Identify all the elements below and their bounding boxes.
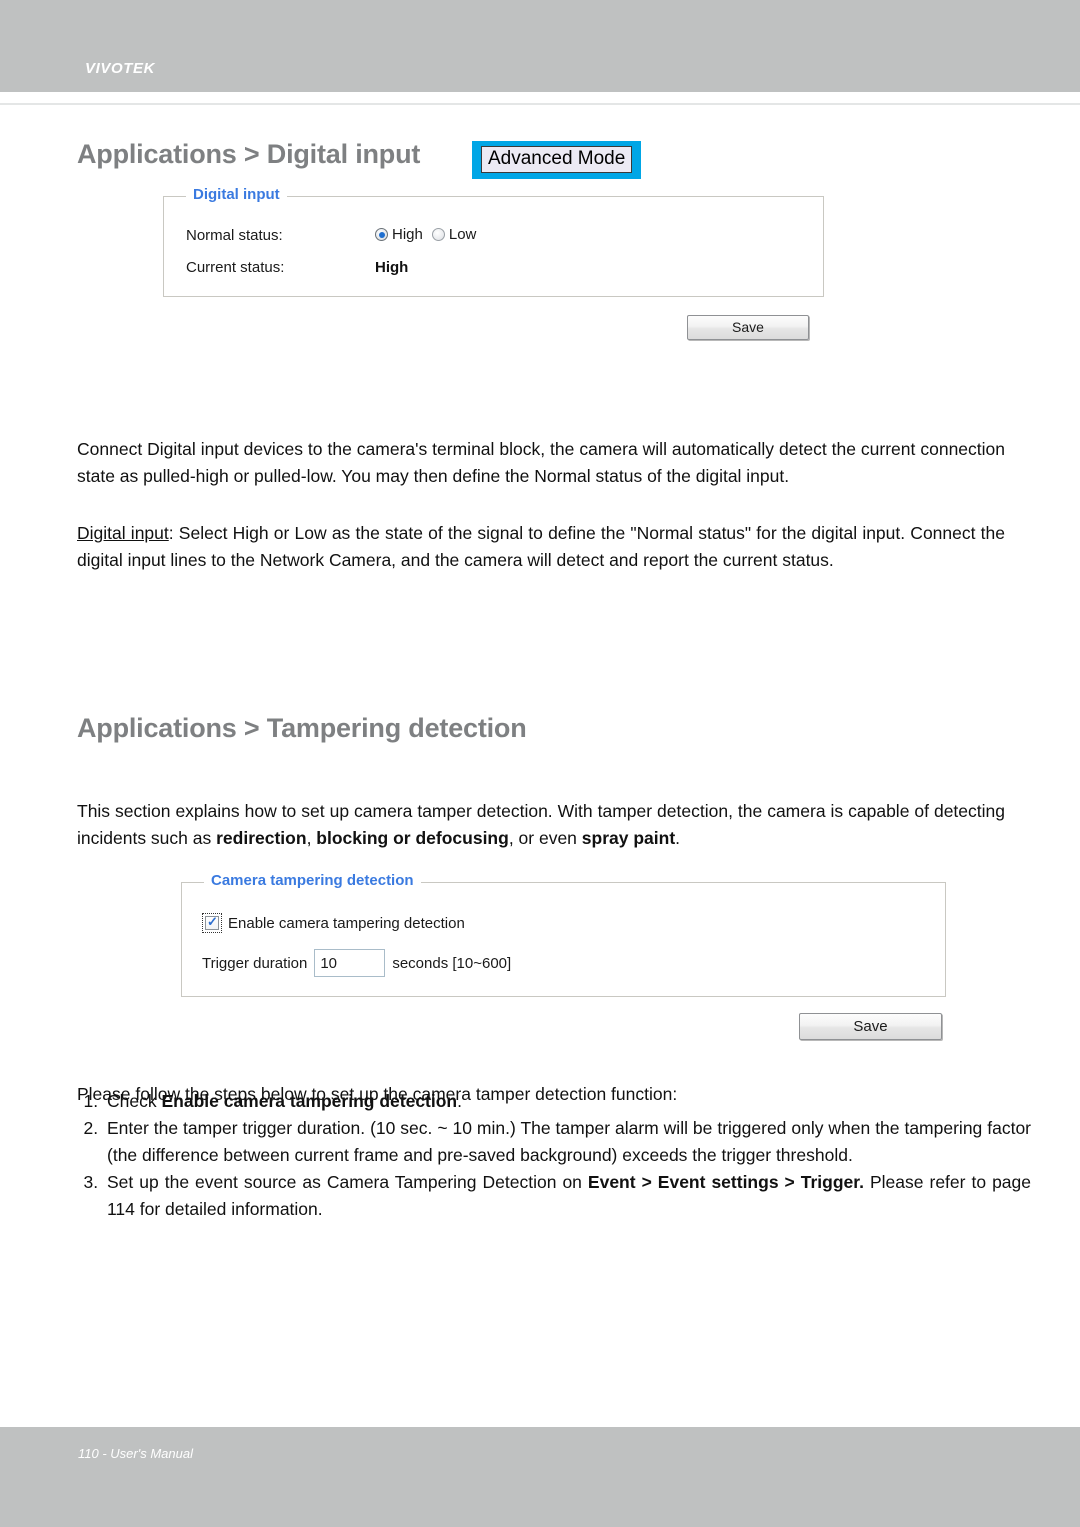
radio-icon-high[interactable] bbox=[375, 228, 388, 241]
tamper-bold-spraypaint: spray paint bbox=[581, 827, 676, 848]
trigger-duration-input[interactable] bbox=[314, 949, 386, 977]
page-header-bar bbox=[0, 0, 1080, 92]
trigger-duration-row: Trigger duration seconds [10~600] bbox=[202, 949, 511, 977]
step-1-pre: Check bbox=[107, 1091, 162, 1111]
tamper-bold-blocking: blocking or defocusing bbox=[316, 827, 509, 848]
camera-tampering-legend: Camera tampering detection bbox=[204, 872, 421, 889]
list-item-step-1: Check Enable camera tampering detection. bbox=[103, 1088, 1031, 1115]
checkbox-focus-ring bbox=[202, 913, 222, 933]
radio-option-low[interactable]: Low bbox=[431, 226, 477, 243]
paragraph-tamper-intro: This section explains how to set up came… bbox=[77, 798, 1005, 852]
step-3-pre: Set up the event source as Camera Tamper… bbox=[107, 1172, 588, 1192]
normal-status-radio-group: High Low bbox=[375, 226, 476, 243]
step-1-post: . bbox=[457, 1091, 462, 1111]
page-footer-bar bbox=[0, 1427, 1080, 1527]
tamper-sep-2: , or even bbox=[508, 827, 582, 848]
paragraph-connect-digital-input: Connect Digital input devices to the cam… bbox=[77, 436, 1005, 490]
step-2-text: Enter the tamper trigger duration. (10 s… bbox=[107, 1118, 1031, 1165]
digital-input-panel: Digital input Normal status: High Low Cu… bbox=[163, 186, 824, 297]
camera-tampering-panel: Camera tampering detection Enable camera… bbox=[181, 872, 946, 997]
radio-icon-low[interactable] bbox=[431, 228, 445, 241]
tamper-end-period: . bbox=[675, 827, 681, 848]
save-button-digital-input[interactable]: Save bbox=[687, 315, 809, 340]
current-status-label: Current status: bbox=[186, 259, 285, 276]
header-divider bbox=[0, 103, 1080, 105]
digital-input-legend: Digital input bbox=[186, 186, 287, 203]
trigger-duration-label: Trigger duration bbox=[202, 954, 308, 972]
list-item-step-3: Set up the event source as Camera Tamper… bbox=[103, 1169, 1031, 1223]
advanced-mode-label: Advanced Mode bbox=[481, 146, 633, 173]
paragraph-digital-input-definition: Digital input: Select High or Low as the… bbox=[77, 520, 1005, 574]
term-digital-input: Digital input bbox=[77, 522, 169, 543]
page-title-tampering-detection: Applications > Tampering detection bbox=[77, 713, 527, 743]
normal-status-label: Normal status: bbox=[186, 227, 283, 244]
brand-logo: VIVOTEK bbox=[85, 60, 156, 77]
step-1-bold: Enable camera tampering detection bbox=[161, 1091, 458, 1111]
radio-option-high[interactable]: High bbox=[375, 226, 423, 243]
radio-label-low: Low bbox=[448, 226, 477, 243]
checkbox-icon-enable-tampering[interactable] bbox=[205, 914, 219, 930]
tamper-sep-1: , bbox=[306, 827, 317, 848]
step-3-bold: Event > Event settings > Trigger. bbox=[587, 1172, 864, 1192]
paragraph-digital-input-rest: : Select High or Low as the state of the… bbox=[77, 522, 1005, 570]
trigger-duration-hint: seconds [10~600] bbox=[392, 954, 512, 972]
enable-tampering-label: Enable camera tampering detection bbox=[228, 914, 465, 932]
footer-page-label: 110 - User's Manual bbox=[78, 1446, 193, 1461]
current-status-value: High bbox=[375, 259, 409, 276]
enable-tampering-checkbox-row[interactable]: Enable camera tampering detection bbox=[202, 913, 465, 933]
tamper-setup-steps-list: Check Enable camera tampering detection.… bbox=[77, 1088, 1031, 1223]
paragraph-connect-text: Connect Digital input devices to the cam… bbox=[77, 438, 1005, 486]
list-item-step-2: Enter the tamper trigger duration. (10 s… bbox=[103, 1115, 1031, 1169]
advanced-mode-badge[interactable]: Advanced Mode bbox=[472, 141, 642, 179]
radio-label-high: High bbox=[392, 226, 423, 243]
save-button-tampering[interactable]: Save bbox=[799, 1013, 942, 1040]
tamper-bold-redirection: redirection bbox=[216, 827, 307, 848]
page-title-digital-input: Applications > Digital input bbox=[77, 139, 421, 169]
